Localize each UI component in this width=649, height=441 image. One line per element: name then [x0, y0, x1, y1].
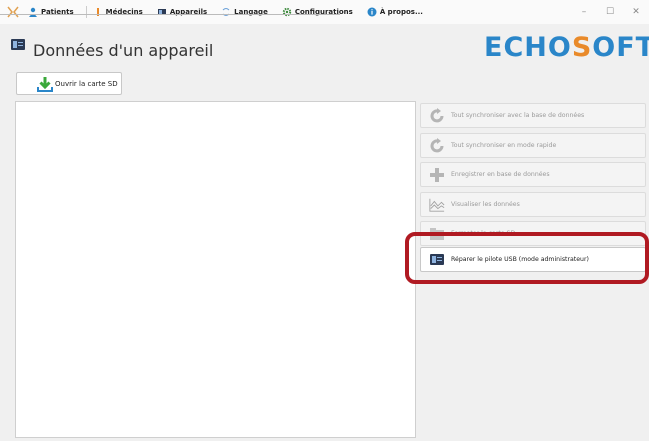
- sync-fast-label: Tout synchroniser en mode rapide: [451, 142, 557, 149]
- menu-separator: [85, 6, 87, 18]
- view-data-label: Visualiser les données: [451, 201, 520, 208]
- brand-text-s: S: [571, 32, 593, 63]
- close-button[interactable]: ✕: [623, 7, 649, 17]
- gear-icon: [282, 7, 292, 17]
- view-data-button[interactable]: Visualiser les données: [420, 192, 646, 217]
- open-sd-card-button[interactable]: Ouvrir la carte SD: [16, 72, 122, 95]
- window-controls: – ☐ ✕: [571, 0, 649, 24]
- brand-text-left: ECHO: [484, 32, 572, 63]
- highlight-annotation: [405, 232, 649, 284]
- chart-icon: [429, 197, 445, 213]
- device-data-panel: [15, 101, 416, 438]
- device-icon: [11, 39, 25, 50]
- save-to-database-label: Enregistrer en base de données: [451, 171, 550, 178]
- download-icon: [37, 77, 53, 92]
- page-title: Données d'un appareil: [33, 41, 214, 60]
- menu-configurations[interactable]: Configurations: [280, 4, 355, 20]
- page-header: Données d'un appareil ECHOSOFT: [0, 24, 649, 64]
- sync-icon: [429, 107, 445, 124]
- menu-apropos-label: À propos...: [379, 8, 423, 16]
- menu-apropos[interactable]: À propos...: [365, 4, 425, 20]
- language-icon: [222, 8, 230, 16]
- open-sd-card-label: Ouvrir la carte SD: [55, 79, 118, 88]
- menu-medecins[interactable]: Médecins: [91, 4, 145, 20]
- sync-all-label: Tout synchroniser avec la base de donnée…: [451, 112, 585, 119]
- info-icon: [367, 7, 377, 17]
- menu-langage[interactable]: Langage: [219, 4, 270, 20]
- sync-fast-button[interactable]: Tout synchroniser en mode rapide: [420, 133, 646, 158]
- doctor-icon: [96, 8, 99, 16]
- app-logo-icon: [6, 5, 20, 19]
- sync-icon: [429, 137, 445, 154]
- menu-bar: Patients Médecins Appareils Langage Conf…: [0, 0, 649, 24]
- brand-text-right: OFT: [592, 32, 649, 63]
- minimize-button[interactable]: –: [571, 7, 597, 17]
- echosoft-logo: ECHOSOFT: [484, 32, 649, 63]
- save-to-database-button[interactable]: Enregistrer en base de données: [420, 162, 646, 187]
- device-icon: [157, 9, 166, 15]
- maximize-button[interactable]: ☐: [597, 7, 623, 17]
- sync-all-button[interactable]: Tout synchroniser avec la base de donnée…: [420, 103, 646, 128]
- person-icon: [29, 7, 37, 17]
- menu-appareils[interactable]: Appareils: [155, 4, 209, 20]
- menu-divider-line: [0, 14, 340, 15]
- menu-patients[interactable]: Patients: [26, 4, 76, 20]
- plus-icon: [429, 167, 445, 183]
